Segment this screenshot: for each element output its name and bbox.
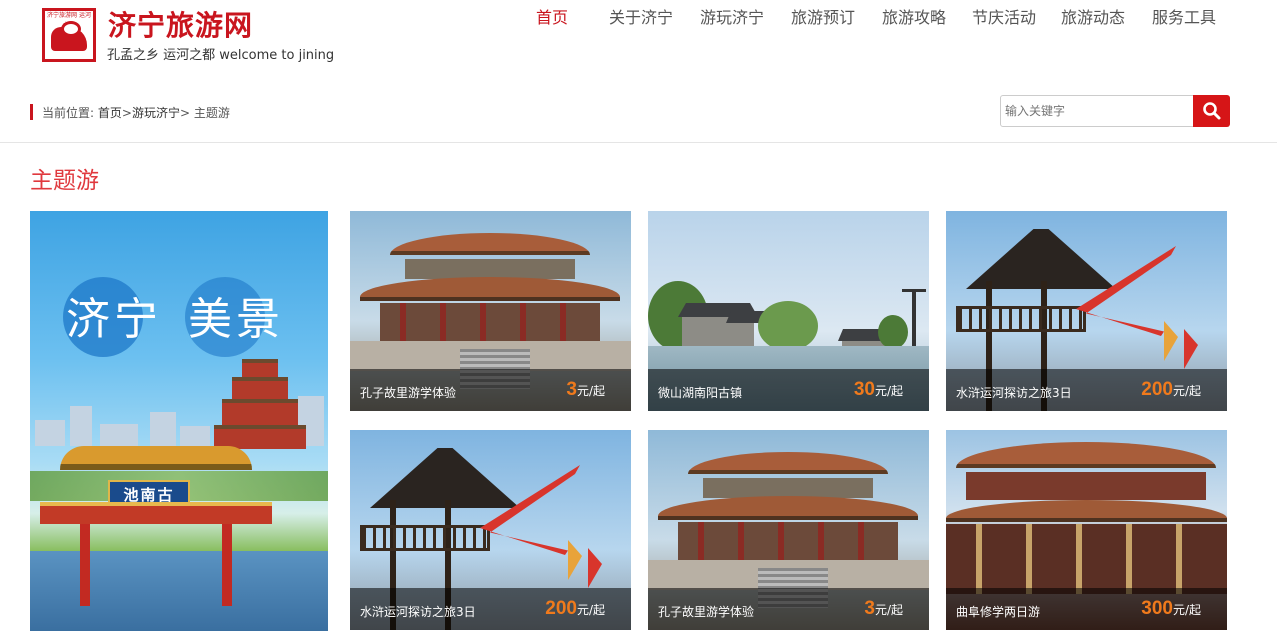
pagoda-illustration [214, 359, 306, 449]
tour-card-title[interactable]: 微山湖南阳古镇 [658, 384, 742, 401]
nav-item-guide[interactable]: 旅游攻略 [882, 4, 946, 28]
tour-card[interactable]: 曲阜修学两日游 300元/起 [946, 430, 1227, 630]
breadcrumb-separator: > [179, 106, 191, 120]
logo-icon[interactable]: 济宁旅游网 运河之都 [42, 8, 96, 62]
archway-illustration: 池南古 [40, 446, 272, 606]
tour-card-price: 200元/起 [545, 598, 605, 620]
breadcrumb-parent-link[interactable]: 游玩济宁 [132, 106, 180, 120]
tour-card-price: 200元/起 [1141, 379, 1201, 401]
tour-card[interactable]: 孔子故里游学体验 3元/起 [350, 211, 631, 411]
search-icon [1203, 102, 1221, 120]
nav-item-festival[interactable]: 节庆活动 [972, 4, 1036, 28]
nav-item-booking[interactable]: 旅游预订 [791, 4, 855, 28]
logo-tiny-text: 济宁旅游网 运河之都 [47, 12, 91, 29]
site-slogan: 孔孟之乡 运河之都 welcome to jining [107, 48, 335, 63]
tour-card-price: 30元/起 [854, 379, 903, 401]
breadcrumb-separator: > [121, 106, 132, 120]
site-header: 济宁旅游网 运河之都 济宁旅游网 孔孟之乡 运河之都 welcome to ji… [0, 0, 1277, 80]
nav-item-news[interactable]: 旅游动态 [1061, 4, 1125, 28]
banner-text-left: 济宁 [66, 294, 162, 345]
search-button[interactable] [1193, 95, 1230, 127]
banner-text-right: 美景 [188, 294, 284, 345]
tour-card[interactable]: 水浒运河探访之旅3日 200元/起 [350, 430, 631, 630]
breadcrumb-current: 主题游 [193, 106, 230, 120]
site-title[interactable]: 济宁旅游网 [108, 4, 253, 44]
banner-image[interactable]: 济宁 美景 池南古 [30, 211, 328, 631]
nav-item-about[interactable]: 关于济宁 [609, 4, 673, 28]
tour-card-price: 3元/起 [566, 379, 605, 401]
price-value: 200 [545, 598, 577, 619]
tour-card[interactable]: 孔子故里游学体验 3元/起 [648, 430, 929, 630]
nav-item-play[interactable]: 游玩济宁 [700, 4, 764, 28]
price-unit: 元/起 [1172, 384, 1201, 398]
price-value: 3 [566, 379, 577, 400]
tour-card-title[interactable]: 水浒运河探访之旅3日 [956, 384, 1072, 401]
price-value: 300 [1141, 598, 1173, 619]
section-title: 主题游 [30, 168, 99, 194]
price-value: 30 [853, 379, 875, 400]
price-value: 3 [864, 598, 875, 619]
search-input[interactable] [1000, 95, 1194, 127]
tour-card-price: 3元/起 [864, 598, 903, 620]
breadcrumb-marker [30, 104, 33, 120]
nav-item-home[interactable]: 首页 [536, 4, 568, 28]
tour-card-title[interactable]: 水浒运河探访之旅3日 [360, 603, 476, 620]
price-unit: 元/起 [576, 384, 605, 398]
price-unit: 元/起 [576, 603, 605, 617]
tour-card[interactable]: 水浒运河探访之旅3日 200元/起 [946, 211, 1227, 411]
tour-card-title[interactable]: 孔子故里游学体验 [360, 384, 456, 401]
breadcrumb: 当前位置: 首页>游玩济宁> 主题游 [42, 104, 230, 121]
tour-card[interactable]: 微山湖南阳古镇 30元/起 [648, 211, 929, 411]
breadcrumb-bar: 当前位置: 首页>游玩济宁> 主题游 [0, 90, 1277, 143]
tour-card-price: 300元/起 [1141, 598, 1201, 620]
tour-card-title[interactable]: 曲阜修学两日游 [956, 603, 1040, 620]
price-unit: 元/起 [1172, 603, 1201, 617]
search-box [1000, 95, 1230, 127]
tour-card-title[interactable]: 孔子故里游学体验 [658, 603, 754, 620]
price-value: 200 [1141, 379, 1173, 400]
breadcrumb-prefix: 当前位置: [42, 106, 95, 120]
nav-item-tools[interactable]: 服务工具 [1152, 4, 1216, 28]
price-unit: 元/起 [874, 603, 903, 617]
price-unit: 元/起 [874, 384, 903, 398]
breadcrumb-home-link[interactable]: 首页 [98, 106, 122, 120]
